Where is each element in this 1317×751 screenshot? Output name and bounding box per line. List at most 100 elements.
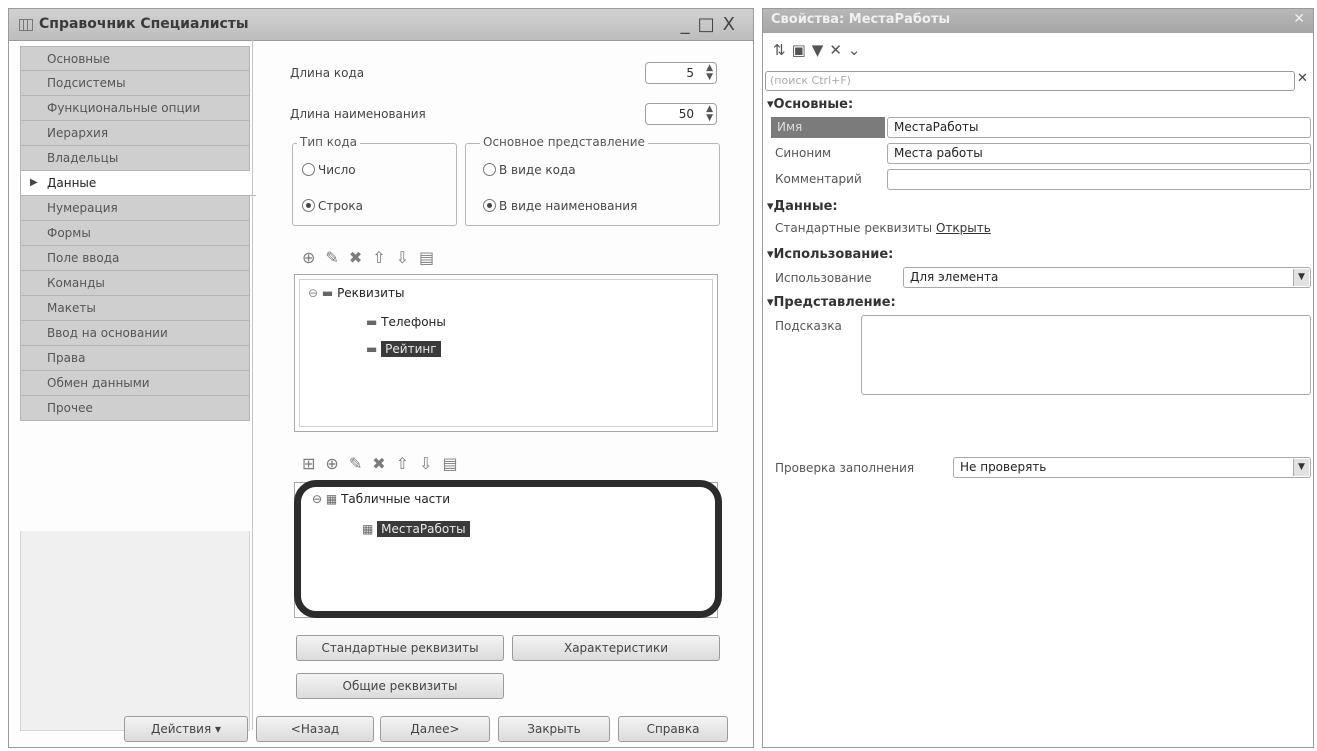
name-field[interactable]: МестаРаботы — [887, 117, 1311, 138]
characteristics-button[interactable]: Характеристики — [512, 635, 720, 661]
radio-string[interactable]: Строка — [302, 199, 363, 213]
chevron-down-icon: ▾ — [215, 722, 222, 736]
name-length-spinner[interactable]: 50 ▲ ▼ — [645, 103, 717, 125]
code-length-value: 5 — [686, 66, 694, 80]
delete-icon[interactable]: ✖ — [372, 454, 395, 473]
code-length-label: Длина кода — [290, 66, 365, 80]
fill-check-value: Не проверять — [960, 460, 1047, 474]
dropdown-arrow-icon[interactable]: ▼ — [1293, 269, 1309, 286]
common-attributes-button[interactable]: Общие реквизиты — [296, 673, 504, 699]
collapse-icon[interactable]: ⊖ — [308, 286, 318, 300]
maximize-button[interactable]: □ — [698, 14, 723, 35]
edit-icon[interactable]: ✎ — [325, 248, 348, 267]
radio-label: Число — [318, 163, 356, 177]
edit-icon[interactable]: ✎ — [349, 454, 372, 473]
tooltip-field[interactable] — [861, 315, 1311, 395]
actions-button[interactable]: Действия ▾ — [124, 716, 248, 742]
tab-functional-options[interactable]: Функциональные опции — [20, 96, 250, 121]
categories-icon[interactable]: ▣ — [792, 41, 812, 59]
tab-input-field[interactable]: Поле ввода — [20, 246, 250, 271]
help-button[interactable]: Справка — [618, 716, 728, 742]
properties-search-input[interactable]: (поиск Ctrl+F) — [765, 71, 1295, 91]
tab-hierarchy[interactable]: Иерархия — [20, 121, 250, 146]
tab-basic[interactable]: Основные — [20, 46, 250, 71]
comment-field[interactable] — [887, 169, 1311, 190]
clear-search-icon[interactable]: ✕ — [1297, 71, 1308, 86]
attribute-rating[interactable]: ▬ Рейтинг — [366, 341, 441, 357]
minimize-button[interactable]: _ — [681, 14, 698, 35]
spin-arrows-icon[interactable]: ▲ ▼ — [706, 105, 713, 123]
tab-label: Данные — [47, 176, 97, 190]
tab-rights[interactable]: Права — [20, 346, 250, 371]
dropdown-arrow-icon[interactable]: ▼ — [1293, 459, 1309, 476]
attribute-phones[interactable]: ▬ Телефоны — [366, 315, 446, 329]
next-button[interactable]: Далее> — [380, 716, 490, 742]
fill-check-select[interactable]: Не проверять ▼ — [953, 457, 1311, 478]
table-icon: ▦ — [325, 492, 338, 506]
tab-subsystems[interactable]: Подсистемы — [20, 71, 250, 96]
tab-data-exchange[interactable]: Обмен данными — [20, 371, 250, 396]
spin-arrows-icon[interactable]: ▲ ▼ — [706, 64, 713, 82]
sort-alpha-icon[interactable]: ⇅ — [773, 41, 792, 59]
clear-icon[interactable]: ✕ — [829, 41, 848, 59]
radio-as-code[interactable]: В виде кода — [483, 163, 576, 177]
name-length-label: Длина наименования — [290, 107, 426, 121]
close-button[interactable]: X — [723, 14, 743, 35]
tab-numbering[interactable]: Нумерация — [20, 196, 250, 221]
tab-label: Владельцы — [47, 151, 119, 165]
section-label: Данные: — [773, 199, 838, 214]
tabular-workplaces[interactable]: ▦ МестаРаботы — [362, 521, 470, 537]
section-basic[interactable]: ▾Основные: — [767, 97, 853, 112]
radio-label: Строка — [318, 199, 363, 213]
move-down-icon[interactable]: ⇩ — [396, 248, 419, 267]
table-icon: ▦ — [362, 522, 374, 536]
tab-other[interactable]: Прочее — [20, 396, 250, 421]
tab-forms[interactable]: Формы — [20, 221, 250, 246]
tab-label: Подсистемы — [47, 76, 126, 90]
filter-icon[interactable]: ▼ — [812, 41, 830, 59]
add-tabular-icon[interactable]: ⊞ — [302, 454, 325, 473]
section-label: Представление: — [773, 295, 896, 310]
move-down-icon[interactable]: ⇩ — [419, 454, 442, 473]
tab-label: Формы — [47, 226, 91, 240]
tabular-root[interactable]: ⊖ ▦ Табличные части — [312, 492, 450, 506]
open-link[interactable]: Открыть — [936, 221, 991, 235]
section-presentation[interactable]: ▾Представление: — [767, 295, 896, 310]
code-length-spinner[interactable]: 5 ▲ ▼ — [645, 62, 717, 84]
attributes-root[interactable]: ⊖ ▬ Реквизиты — [308, 286, 404, 300]
sort-icon[interactable]: ▤ — [419, 248, 444, 267]
synonym-field[interactable]: Места работы — [887, 143, 1311, 164]
delete-icon[interactable]: ✖ — [349, 248, 372, 267]
radio-as-name[interactable]: В виде наименования — [483, 199, 637, 213]
standard-attributes-button[interactable]: Стандартные реквизиты — [296, 635, 504, 661]
chevron-down-icon[interactable]: ⌄ — [848, 41, 867, 59]
radio-number[interactable]: Число — [302, 163, 356, 177]
sort-icon[interactable]: ▤ — [442, 454, 467, 473]
tab-label: Макеты — [47, 301, 96, 315]
actions-label: Действия — [150, 722, 212, 736]
code-type-title: Тип кода — [297, 135, 361, 149]
tab-owners[interactable]: Владельцы — [20, 146, 250, 171]
catalog-icon — [19, 19, 33, 31]
window-titlebar: Справочник Специалисты _□X — [9, 9, 753, 41]
tab-commands[interactable]: Команды — [20, 271, 250, 296]
section-data[interactable]: ▾Данные: — [767, 199, 838, 214]
tab-label: Основные — [47, 52, 111, 66]
add-icon[interactable]: ⊕ — [302, 248, 325, 267]
attributes-toolbar: ⊕✎✖⇧⇩▤ — [302, 248, 444, 267]
move-up-icon[interactable]: ⇧ — [372, 248, 395, 267]
properties-titlebar: Свойства: МестаРаботы ✕ — [763, 9, 1313, 33]
section-usage[interactable]: ▾Использование: — [767, 247, 893, 262]
close-icon[interactable]: ✕ — [1293, 11, 1305, 27]
tab-input-by-string[interactable]: Ввод на основании — [20, 321, 250, 346]
close-dialog-button[interactable]: Закрыть — [498, 716, 610, 742]
tab-templates[interactable]: Макеты — [20, 296, 250, 321]
back-button[interactable]: <Назад — [256, 716, 374, 742]
tree-node-label: Реквизиты — [337, 286, 405, 300]
tab-data[interactable]: ▶ Данные — [20, 171, 256, 196]
collapse-icon[interactable]: ⊖ — [312, 492, 322, 506]
tooltip-label: Подсказка — [775, 319, 842, 333]
usage-select[interactable]: Для элемента ▼ — [903, 267, 1311, 288]
move-up-icon[interactable]: ⇧ — [396, 454, 419, 473]
add-column-icon[interactable]: ⊕ — [325, 454, 348, 473]
